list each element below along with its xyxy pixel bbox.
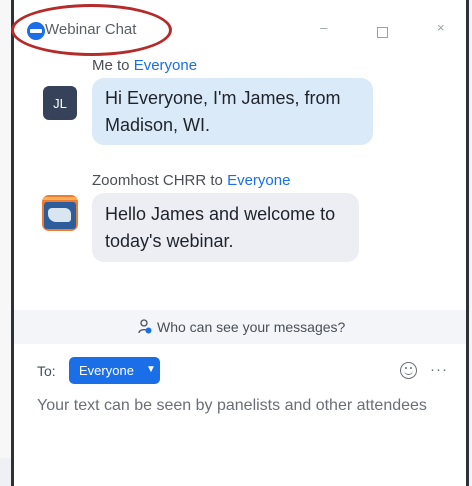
recipient-dropdown-label: Everyone [79,363,134,378]
sender-connector: to [112,57,134,74]
sender-connector: to [206,172,228,189]
avatar[interactable]: JL [43,86,77,120]
message-text: Hello James and welcome to today's webin… [105,204,336,251]
title-bar[interactable]: Webinar Chat – × [11,0,466,56]
to-label: To: [37,363,56,379]
window-backdrop [0,0,11,486]
message-bubble[interactable]: Hi Everyone, I'm James, from Madison, WI… [92,78,373,145]
sender-name: Me [92,57,113,74]
message-header: Me to Everyone [92,57,197,74]
message-bubble[interactable]: Hello James and welcome to today's webin… [92,193,359,262]
maximize-button[interactable] [377,27,388,38]
who-can-see-bar[interactable]: Who can see your messages? [14,310,466,344]
person-eye-icon [138,319,152,334]
message-input-placeholder: Your text can be seen by panelists and o… [37,397,427,414]
close-button[interactable]: × [437,20,445,35]
recipient-dropdown[interactable]: Everyone ▼ [69,357,160,384]
who-can-see-link: Who can see your messages? [157,319,346,335]
sender-name: Zoomhost CHRR [92,172,207,189]
message-header: Zoomhost CHRR to Everyone [92,172,290,189]
recipient-link[interactable]: Everyone [227,172,290,189]
message-input[interactable]: Your text can be seen by panelists and o… [37,397,462,477]
more-options-button[interactable]: ··· [430,361,448,378]
recipient-link[interactable]: Everyone [134,57,197,74]
webinar-chat-window: Webinar Chat – × Me to Everyone JL Hi Ev… [11,0,466,486]
emoji-icon[interactable] [400,362,417,379]
message-text: Hi Everyone, I'm James, from Madison, WI… [105,88,341,135]
chevron-down-icon: ▼ [146,364,156,375]
us-map-icon[interactable] [42,195,78,231]
annotation-highlight-ring [11,4,172,56]
minimize-button[interactable]: – [320,20,327,35]
